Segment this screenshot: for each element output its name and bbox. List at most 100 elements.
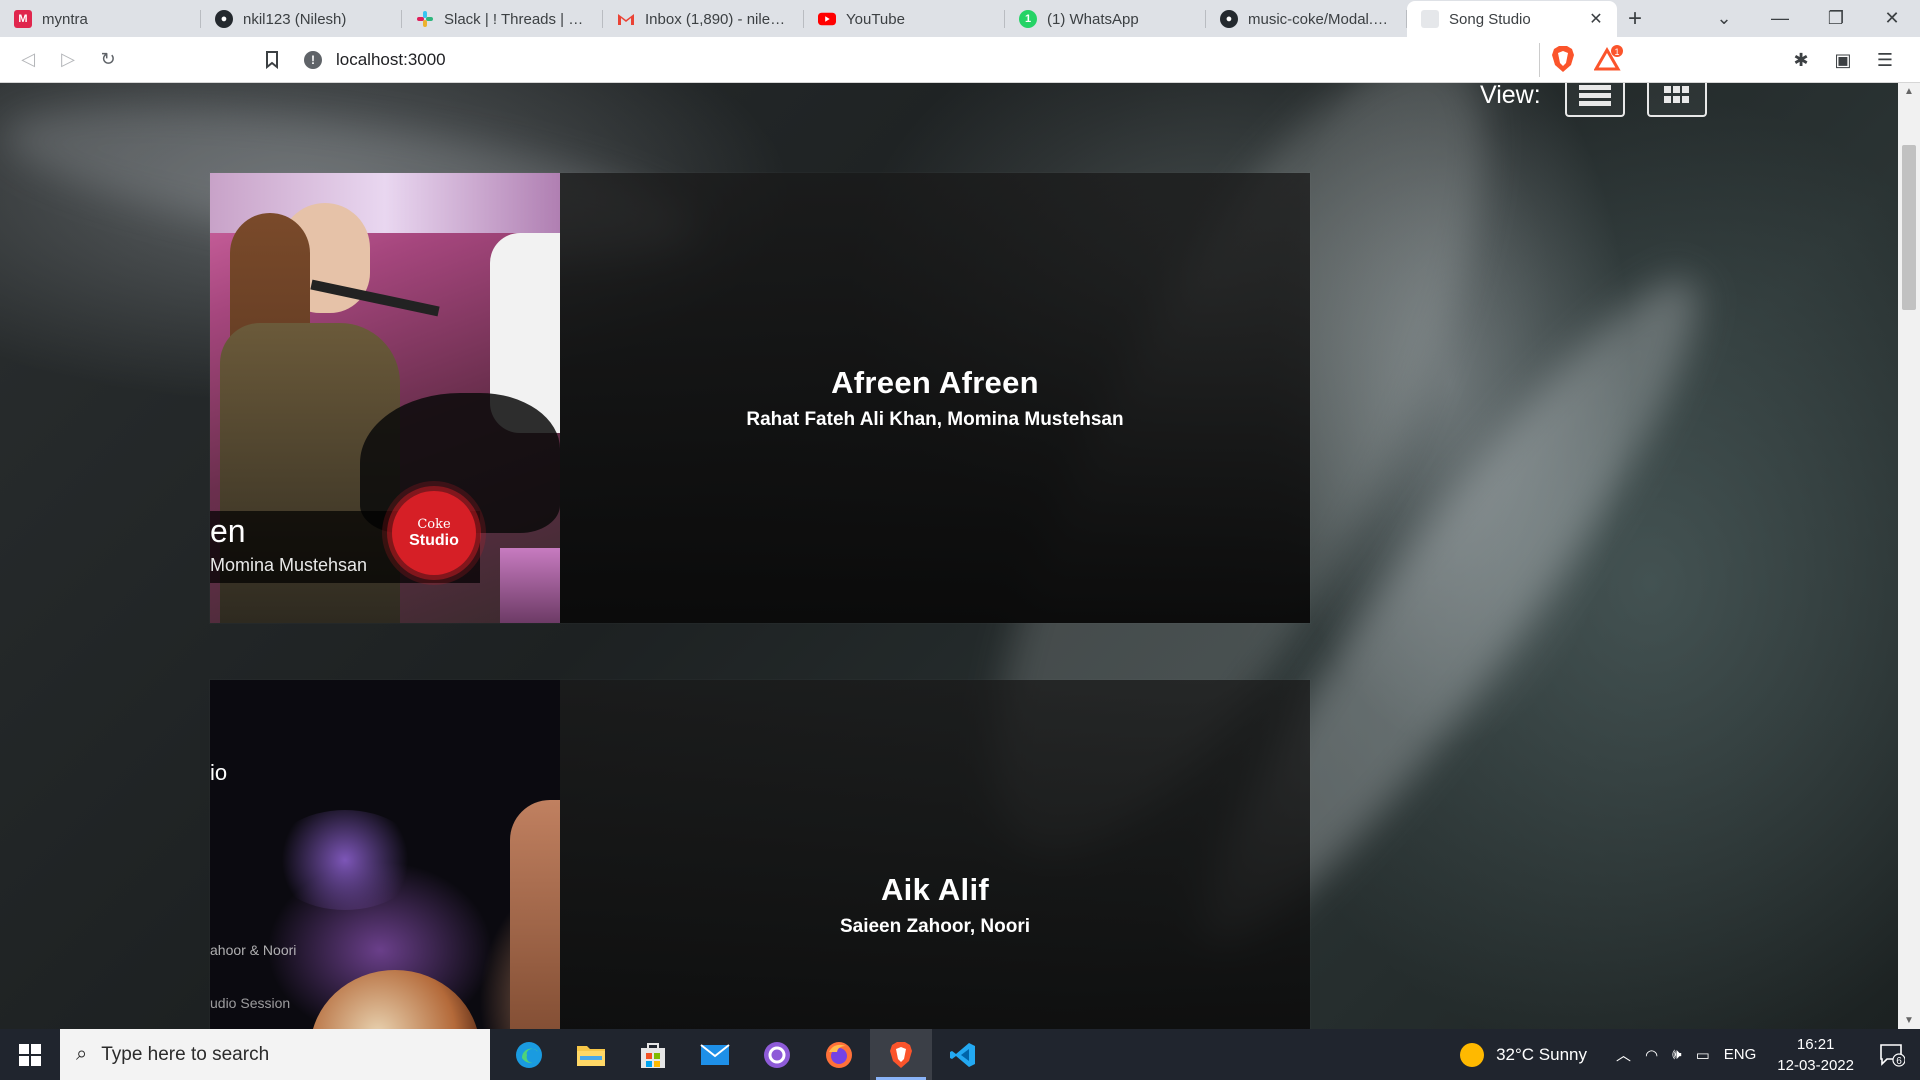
browser-toolbar: ◁ ▷ ↻ ! localhost:3000 1 ✱ ▣ ☰ <box>0 37 1920 83</box>
brave-shields-icon[interactable] <box>1550 45 1576 73</box>
close-tab-icon[interactable]: ✕ <box>1587 9 1605 29</box>
taskbar-mail[interactable] <box>684 1029 746 1080</box>
close-window-button[interactable]: ✕ <box>1864 8 1920 29</box>
github-desktop-icon <box>764 1041 790 1068</box>
brave-rewards-icon[interactable]: 1 <box>1593 45 1624 73</box>
stage-light <box>500 548 560 623</box>
tab-youtube[interactable]: YouTube <box>804 1 1005 37</box>
battery-icon[interactable]: ▭ <box>1696 1046 1710 1064</box>
weather-widget[interactable]: 32°C Sunny <box>1460 1042 1587 1067</box>
myntra-icon: M <box>14 10 32 28</box>
firefox-icon <box>826 1041 852 1068</box>
bookmark-icon[interactable] <box>252 40 292 80</box>
list-view-button[interactable] <box>1564 83 1625 117</box>
forward-button[interactable]: ▷ <box>48 40 88 80</box>
tab-search-icon[interactable]: ⌄ <box>1696 8 1752 29</box>
start-button[interactable] <box>0 1029 60 1080</box>
tab-github-modal[interactable]: ● music-coke/Modal.css <box>1206 1 1407 37</box>
view-toggle: View: <box>1480 83 1729 117</box>
song-card[interactable]: io ahoor & Noori udio Session Aik Alif S… <box>210 680 1310 1029</box>
tab-title: Inbox (1,890) - nileshkc <box>645 10 792 28</box>
youtube-icon <box>818 10 836 28</box>
taskbar-file-explorer[interactable] <box>560 1029 622 1080</box>
scrollbar-thumb[interactable] <box>1902 145 1916 310</box>
clock[interactable]: 16:21 12-03-2022 <box>1777 1034 1854 1076</box>
taskbar-store[interactable] <box>622 1029 684 1080</box>
vscode-icon <box>950 1042 975 1067</box>
tab-title: Song Studio <box>1449 10 1531 28</box>
mail-icon <box>700 1043 730 1065</box>
song-title: Aik Alif <box>880 872 990 907</box>
grid-icon <box>1663 86 1689 103</box>
notification-count: 6 <box>1896 1056 1902 1067</box>
reload-button[interactable]: ↻ <box>88 40 128 80</box>
taskbar-brave[interactable] <box>870 1029 932 1080</box>
song-artists: Saieen Zahoor, Noori <box>839 916 1031 937</box>
weather-text: 32°C Sunny <box>1496 1044 1587 1064</box>
brave-icon <box>890 1041 912 1068</box>
taskbar-github-desktop[interactable] <box>746 1029 808 1080</box>
tab-title: myntra <box>42 10 88 28</box>
windows-icon <box>19 1043 41 1066</box>
thumbnail-caption-title: en <box>210 513 246 549</box>
scroll-down-icon[interactable]: ▼ <box>1898 1015 1920 1026</box>
dhol-drum <box>310 970 480 1029</box>
page-scrollbar[interactable]: ▲ ▼ <box>1898 83 1920 1029</box>
list-icon <box>1578 85 1611 106</box>
clock-date: 12-03-2022 <box>1777 1056 1854 1074</box>
search-placeholder: Type here to search <box>101 1043 270 1065</box>
whatsapp-icon: 1 <box>1019 10 1037 28</box>
menu-icon[interactable]: ☰ <box>1864 41 1906 79</box>
thumbnail-caption-subtitle: Momina Mustehsan <box>210 555 368 575</box>
song-artists: Rahat Fateh Ali Khan, Momina Mustehsan <box>746 409 1124 430</box>
edge-icon <box>516 1041 542 1068</box>
coke-studio-logo: Coke Studio <box>392 491 476 575</box>
extensions-icon[interactable]: ✱ <box>1780 41 1822 79</box>
github-icon: ● <box>1220 10 1238 28</box>
window-controls: ⌄ — ❐ ✕ <box>1696 0 1920 36</box>
chevron-up-icon[interactable]: ︿ <box>1616 1044 1631 1065</box>
tab-title: YouTube <box>846 10 905 28</box>
tab-gmail[interactable]: Inbox (1,890) - nileshkc <box>603 1 804 37</box>
store-icon <box>641 1042 665 1068</box>
wallet-icon[interactable]: ▣ <box>1822 41 1864 79</box>
taskbar-search[interactable]: ⌕ Type here to search <box>60 1029 490 1080</box>
address-bar[interactable]: ! localhost:3000 <box>290 43 1540 77</box>
tab-whatsapp[interactable]: 1 (1) WhatsApp <box>1005 1 1206 37</box>
minimize-button[interactable]: — <box>1752 8 1808 29</box>
thumbnail-caption-subtitle: ahoor & Noori <box>210 942 297 958</box>
speaker-icon[interactable]: 🕪 <box>1672 1046 1681 1063</box>
grid-view-button[interactable] <box>1646 83 1707 117</box>
site-info-icon[interactable]: ! <box>304 51 322 69</box>
scroll-up-icon[interactable]: ▲ <box>1898 86 1920 97</box>
song-thumbnail: io ahoor & Noori udio Session <box>210 680 560 1029</box>
tab-slack[interactable]: Slack | ! Threads | FT-W <box>402 1 603 37</box>
page-icon <box>1421 10 1439 28</box>
url-text: localhost:3000 <box>336 50 446 69</box>
toolbar-actions: ✱ ▣ ☰ <box>1780 41 1906 79</box>
tab-title: nkil123 (Nilesh) <box>243 10 347 28</box>
wifi-icon[interactable]: ◠ <box>1645 1046 1658 1064</box>
maximize-button[interactable]: ❐ <box>1808 8 1864 29</box>
tab-song-studio[interactable]: Song Studio ✕ <box>1407 1 1617 37</box>
thumbnail-caption-subtitle: udio Session <box>210 995 291 1011</box>
github-icon: ● <box>215 10 233 28</box>
new-tab-button[interactable]: + <box>1617 1 1653 37</box>
song-card[interactable]: en Momina Mustehsan Coke Studio Afreen A… <box>210 173 1310 623</box>
search-icon: ⌕ <box>76 1043 88 1065</box>
system-tray: 32°C Sunny ︿ ◠ 🕪 ▭ ENG 16:21 12-03-2022 … <box>1460 1029 1920 1080</box>
song-info: Aik Alif Saieen Zahoor, Noori <box>560 680 1310 1029</box>
taskbar-edge[interactable] <box>498 1029 560 1080</box>
tab-github-profile[interactable]: ● nkil123 (Nilesh) <box>201 1 402 37</box>
tab-myntra[interactable]: M myntra <box>0 1 201 37</box>
song-title: Afreen Afreen <box>831 365 1039 400</box>
back-button[interactable]: ◁ <box>8 40 48 80</box>
language-indicator[interactable]: ENG <box>1724 1046 1757 1063</box>
taskbar-firefox[interactable] <box>808 1029 870 1080</box>
song-info: Afreen Afreen Rahat Fateh Ali Khan, Momi… <box>560 173 1310 623</box>
taskbar-vscode[interactable] <box>932 1029 994 1080</box>
tab-title: music-coke/Modal.css <box>1248 10 1395 28</box>
tab-title: (1) WhatsApp <box>1047 10 1139 28</box>
performer <box>510 800 560 1029</box>
notification-center-button[interactable]: 6 <box>1872 1043 1912 1067</box>
